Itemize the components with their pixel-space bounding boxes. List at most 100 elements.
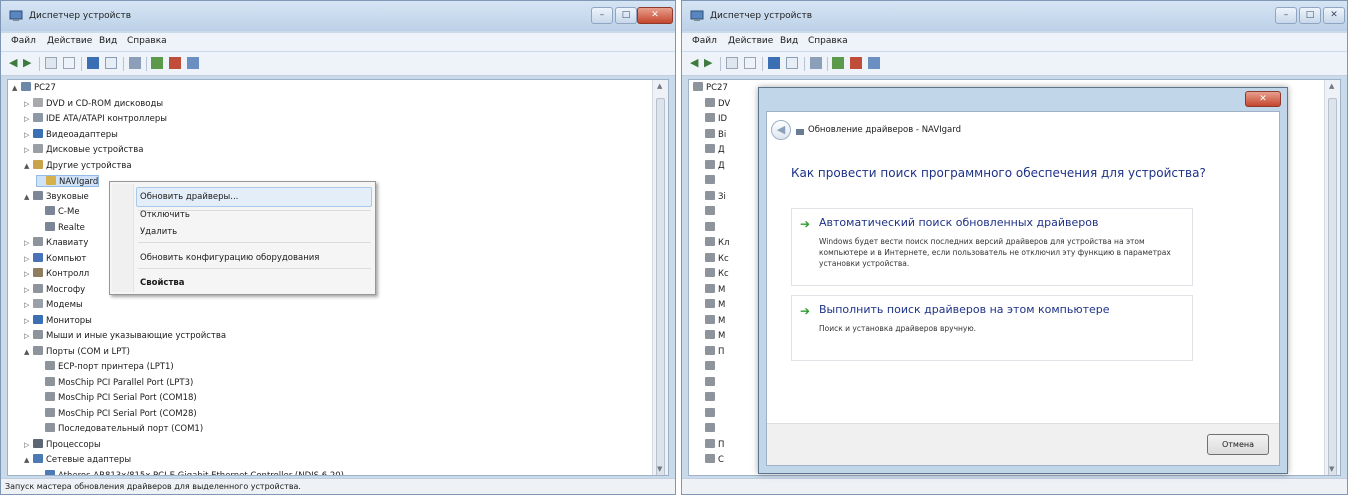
menu-properties[interactable]: Свойства	[140, 278, 185, 288]
tree-node[interactable]: PC27	[693, 82, 728, 94]
disable-device-icon[interactable]	[169, 57, 181, 69]
scrollbar-thumb[interactable]	[656, 98, 665, 475]
tree-node[interactable]	[705, 175, 718, 187]
expander-icon[interactable]: ▷	[24, 315, 33, 327]
view-icon[interactable]	[786, 57, 798, 69]
tree-node[interactable]: ▷ IDE ATA/ATAPI контроллеры	[24, 113, 167, 125]
show-hide-tree-icon[interactable]	[726, 57, 738, 69]
disable-device-icon[interactable]	[850, 57, 862, 69]
forward-arrow-icon[interactable]: ▶	[23, 57, 35, 69]
menu-view[interactable]: Вид	[780, 36, 798, 46]
tree-node[interactable]: ▷ Видеоадаптеры	[24, 128, 118, 141]
tree-node[interactable]: ECP-порт принтера (LPT1)	[36, 361, 174, 373]
tree-node[interactable]: ▷ Модемы	[24, 299, 83, 311]
tree-node[interactable]: DV	[705, 97, 730, 110]
tree-node[interactable]: Зі	[705, 190, 726, 203]
expander-icon[interactable]: ▷	[24, 113, 33, 125]
tree-node[interactable]: ▷ Компьют	[24, 252, 86, 265]
menu-disable[interactable]: Отключить	[140, 210, 190, 220]
expander-icon[interactable]: ▷	[24, 299, 33, 311]
forward-arrow-icon[interactable]: ▶	[704, 57, 716, 69]
menu-help[interactable]: Справка	[808, 36, 848, 46]
tree-node[interactable]: Кс	[705, 252, 729, 265]
view-icon[interactable]	[105, 57, 117, 69]
close-icon[interactable]: ✕	[1323, 7, 1345, 24]
expander-icon[interactable]: ▲	[12, 82, 21, 94]
tree-node[interactable]: ▷ Мониторы	[24, 314, 92, 327]
expander-icon[interactable]: ▷	[24, 129, 33, 141]
tree-node[interactable]: С	[705, 454, 724, 466]
tree-node[interactable]: П	[705, 438, 724, 451]
title-bar[interactable]: Диспетчер устройств – □ ✕	[1, 1, 675, 31]
maximize-icon[interactable]: □	[1299, 7, 1321, 24]
tree-node[interactable]	[705, 392, 718, 404]
tree-node[interactable]	[705, 206, 718, 218]
tree-node[interactable]: Д	[705, 159, 725, 172]
scroll-down-icon[interactable]: ▼	[657, 465, 662, 473]
tree-node[interactable]: C-Me	[36, 206, 80, 218]
tree-node[interactable]: ▲ PC27	[12, 82, 56, 94]
tree-node[interactable]: Кл	[705, 237, 729, 249]
expander-icon[interactable]: ▷	[24, 439, 33, 451]
close-icon[interactable]: ✕	[637, 7, 673, 24]
tree-node[interactable]: М	[705, 283, 725, 296]
menu-action[interactable]: Действие	[47, 36, 92, 46]
expander-icon[interactable]: ▷	[24, 284, 33, 296]
scrollbar-thumb[interactable]	[1328, 98, 1337, 475]
tree-node[interactable]: NAVIgard	[36, 175, 100, 187]
menu-scan-hardware[interactable]: Обновить конфигурацию оборудования	[140, 253, 319, 263]
expander-icon[interactable]: ▷	[24, 144, 33, 156]
option-auto-search[interactable]: ➔ Автоматический поиск обновленных драйв…	[791, 208, 1193, 286]
tree-node[interactable]: Atheros AR813x/815x PCI-E Gigabit Ethern…	[36, 469, 344, 475]
menu-view[interactable]: Вид	[99, 36, 117, 46]
tree-node[interactable]: Последовательный порт (COM1)	[36, 423, 203, 435]
tree-node[interactable]	[705, 407, 718, 420]
help-icon[interactable]	[87, 57, 99, 69]
minimize-icon[interactable]: –	[591, 7, 613, 24]
tree-node[interactable]: ▷ Контролл	[24, 268, 89, 280]
tree-node[interactable]: MosChip PCI Parallel Port (LPT3)	[36, 376, 193, 389]
maximize-icon[interactable]: □	[615, 7, 637, 24]
tree-node[interactable]: ▷ Клавиату	[24, 237, 88, 249]
menu-help[interactable]: Справка	[127, 36, 167, 46]
expander-icon[interactable]: ▷	[24, 253, 33, 265]
uninstall-device-icon[interactable]	[187, 57, 199, 69]
expander-icon[interactable]: ▲	[24, 454, 33, 466]
tree-node[interactable]: ▲ Звуковые	[24, 190, 89, 203]
help-icon[interactable]	[768, 57, 780, 69]
vertical-scrollbar[interactable]: ▲ ▼	[1324, 80, 1340, 475]
vertical-scrollbar[interactable]: ▲ ▼	[652, 80, 668, 475]
scroll-up-icon[interactable]: ▲	[1329, 82, 1334, 90]
tree-node[interactable]: М	[705, 330, 725, 342]
tree-node[interactable]: ID	[705, 113, 727, 125]
menu-delete[interactable]: Удалить	[140, 227, 177, 237]
expander-icon[interactable]: ▷	[24, 237, 33, 249]
properties-icon[interactable]	[63, 57, 75, 69]
tree-node[interactable]	[705, 221, 718, 234]
tree-node[interactable]: ▷ Мыши и иные указывающие устройства	[24, 330, 226, 342]
expander-icon[interactable]: ▷	[24, 330, 33, 342]
tree-node[interactable]: MosChip PCI Serial Port (COM28)	[36, 407, 197, 420]
menu-file[interactable]: Файл	[692, 36, 717, 46]
back-arrow-icon[interactable]: ◀	[690, 57, 702, 69]
tree-node[interactable]: ▷ Процессоры	[24, 438, 101, 451]
tree-node[interactable]: М	[705, 314, 725, 327]
uninstall-device-icon[interactable]	[868, 57, 880, 69]
menu-update-drivers[interactable]: Обновить драйверы...	[140, 192, 238, 202]
scan-hardware-icon[interactable]	[810, 57, 822, 69]
back-arrow-icon[interactable]: ◀	[771, 120, 791, 140]
option-manual-search[interactable]: ➔ Выполнить поиск драйверов на этом комп…	[791, 295, 1193, 361]
tree-node[interactable]: ▲ Сетевые адаптеры	[24, 454, 131, 466]
close-icon[interactable]: ✕	[1245, 91, 1281, 107]
menu-action[interactable]: Действие	[728, 36, 773, 46]
tree-node[interactable]: П	[705, 345, 724, 358]
update-driver-icon[interactable]	[832, 57, 844, 69]
tree-node[interactable]: ▲ Порты (COM и LPT)	[24, 345, 130, 358]
scan-hardware-icon[interactable]	[129, 57, 141, 69]
menu-file[interactable]: Файл	[11, 36, 36, 46]
expander-icon[interactable]: ▲	[24, 346, 33, 358]
tree-node[interactable]: ▷ DVD и CD-ROM дисководы	[24, 97, 163, 110]
show-hide-tree-icon[interactable]	[45, 57, 57, 69]
tree-node[interactable]: Ві	[705, 128, 726, 141]
tree-node[interactable]: М	[705, 299, 725, 311]
